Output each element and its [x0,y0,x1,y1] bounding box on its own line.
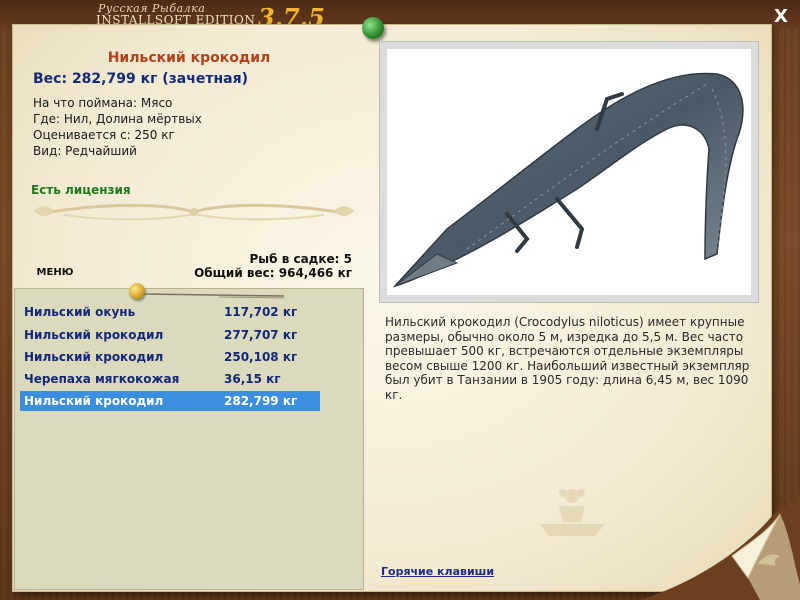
keepnet-summary: Рыб в садке: 5 Общий вес: 964,466 кг [150,252,352,280]
pin-icon [362,17,384,39]
rarity-line: Вид: Редчайший [33,144,137,158]
fish-details: На что поймана: Мясо Где: Нил, Долина мё… [33,95,202,159]
list-item-weight: 117,702 кг [224,305,298,319]
needle-decoration [144,293,284,299]
fish-title: Нильский крокодил [107,50,271,66]
crocodile-illustration [392,72,744,288]
list-item-name: Нильский крокодил [24,328,164,342]
close-button[interactable]: X [770,6,792,28]
license-status: Есть лицензия [31,183,131,197]
page-curl [640,494,800,600]
list-item-weight: 282,799 кг [224,394,298,408]
hotkeys-link[interactable]: Горячие клавиши [381,565,494,578]
ornament-divider [34,203,354,221]
list-item[interactable]: Нильский окунь 117,702 кг [20,302,320,322]
keepnet-count: Рыб в садке: 5 [249,252,353,266]
list-item-weight: 250,108 кг [224,350,298,364]
list-item-name: Нильский окунь [24,305,136,319]
list-item-selected[interactable]: Нильский крокодил 282,799 кг [20,391,320,411]
bait-line: На что поймана: Мясо [33,96,173,110]
close-icon: X [774,6,788,27]
list-item[interactable]: Черепаха мягкокожая 36,15 кг [20,369,320,389]
list-item-weight: 277,707 кг [224,328,298,342]
keepnet-total-weight: Общий вес: 964,466 кг [194,266,352,280]
list-item-name: Нильский крокодил [24,394,164,408]
valued-line: Оценивается с: 250 кг [33,128,175,142]
fish-weight: Вес: 282,799 кг (зачетная) [33,71,248,87]
list-item-name: Нильский крокодил [24,350,164,364]
boat-icon [539,489,605,536]
menu-button[interactable]: МЕНЮ [32,266,78,280]
fish-description: Нильский крокодил (Crocodylus niloticus)… [385,315,750,402]
list-item-weight: 36,15 кг [224,372,281,386]
list-item-name: Черепаха мягкокожая [24,372,180,386]
pin-icon [129,283,145,299]
list-item[interactable]: Нильский крокодил 277,707 кг [20,325,320,345]
list-item[interactable]: Нильский крокодил 250,108 кг [20,347,320,367]
fish-photo [387,49,751,295]
location-line: Где: Нил, Долина мёртвых [33,112,202,126]
fish-photo-frame [379,41,759,303]
